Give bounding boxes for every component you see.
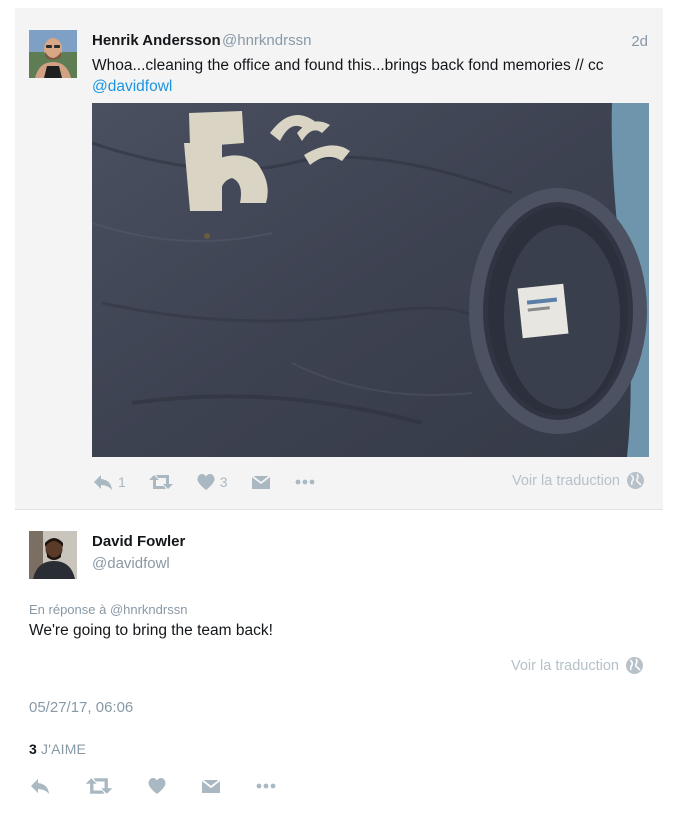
more-dots-icon	[256, 783, 276, 789]
globe-icon	[627, 472, 644, 489]
mention-link[interactable]: @davidfowl	[92, 78, 172, 95]
tweet-text-body: Whoa...cleaning the office and found thi…	[92, 57, 604, 74]
retweet-icon	[85, 778, 113, 794]
retweet-button[interactable]	[148, 473, 174, 491]
likes-label: J'AIME	[41, 741, 87, 757]
retweet-icon	[148, 475, 173, 489]
parent-tweet-card[interactable]: Henrik Andersson @hnrkndrssn 2d Whoa...c…	[15, 8, 663, 510]
main-tweet-actions	[29, 775, 310, 797]
translate-label: Voir la traduction	[511, 472, 620, 489]
avatar[interactable]	[29, 531, 77, 579]
direct-message-button[interactable]	[250, 473, 272, 491]
tweet-thread: Henrik Andersson @hnrkndrssn 2d Whoa...c…	[0, 0, 677, 813]
tweet-date[interactable]: 05/27/17, 06:06	[29, 699, 133, 716]
like-count: 3	[219, 474, 228, 490]
more-dots-icon	[295, 479, 314, 485]
tweet-text: We're going to bring the team back!	[29, 622, 273, 639]
more-button[interactable]	[255, 777, 277, 795]
reply-context[interactable]: En réponse à @hnrkndrssn	[29, 602, 187, 617]
translate-link[interactable]: Voir la traduction	[512, 471, 645, 490]
author-name[interactable]: Henrik Andersson	[92, 32, 221, 49]
like-button[interactable]: 3	[196, 473, 228, 491]
reply-icon	[94, 475, 112, 490]
retweet-button[interactable]	[84, 776, 114, 796]
likes-summary[interactable]: 3 J'AIME	[29, 741, 86, 757]
tweet-timestamp[interactable]: 2d	[631, 33, 648, 50]
heart-icon	[148, 778, 166, 794]
envelope-icon	[201, 779, 221, 793]
tshirt-photo-icon	[92, 103, 649, 457]
reply-count: 1	[118, 474, 126, 490]
reply-button[interactable]	[29, 777, 51, 795]
tweet-text: Whoa...cleaning the office and found thi…	[92, 55, 632, 97]
more-button[interactable]	[294, 473, 316, 491]
heart-icon	[197, 474, 215, 490]
reply-button[interactable]: 1	[92, 473, 126, 491]
globe-icon	[626, 657, 643, 674]
translate-link[interactable]: Voir la traduction	[511, 656, 644, 675]
reply-icon	[31, 779, 49, 794]
like-button[interactable]	[147, 777, 167, 795]
likes-count: 3	[29, 741, 37, 757]
author-handle[interactable]: @hnrkndrssn	[222, 32, 311, 49]
direct-message-button[interactable]	[200, 777, 222, 795]
translate-label: Voir la traduction	[510, 657, 619, 674]
envelope-icon	[251, 475, 271, 489]
author-handle[interactable]: @davidfowl	[92, 555, 170, 572]
author-name[interactable]: David Fowler	[92, 533, 185, 550]
parent-tweet-actions: 1 3	[92, 471, 338, 493]
avatar[interactable]	[29, 30, 77, 78]
tweet-media-photo[interactable]	[92, 103, 649, 457]
